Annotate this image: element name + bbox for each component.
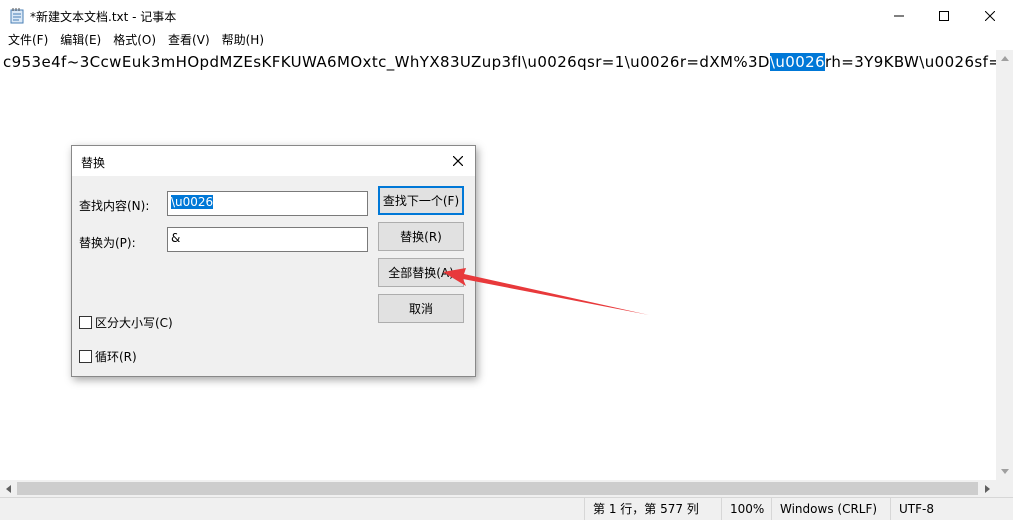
minimize-button[interactable] <box>876 0 922 31</box>
wrap-label: 循环(R) <box>95 350 137 364</box>
vertical-scrollbar[interactable] <box>996 50 1013 480</box>
close-icon <box>453 156 463 166</box>
minimize-icon <box>894 15 904 16</box>
scroll-down-icon[interactable] <box>996 463 1013 480</box>
match-case-label: 区分大小写(C) <box>95 316 173 330</box>
dialog-close-button[interactable] <box>445 149 471 173</box>
find-label: 查找内容(N): <box>79 199 150 213</box>
editor-selected-text: \u0026 <box>769 53 826 71</box>
maximize-icon <box>939 10 949 21</box>
match-case-checkbox-row[interactable]: 区分大小写(C) <box>79 314 173 331</box>
menu-bar: 文件(F) 编辑(E) 格式(O) 查看(V) 帮助(H) <box>0 31 1013 50</box>
maximize-button[interactable] <box>921 0 967 31</box>
scroll-left-icon[interactable] <box>0 480 17 497</box>
find-input[interactable]: \u0026 <box>167 191 368 216</box>
status-bar: 第 1 行，第 577 列 100% Windows (CRLF) UTF-8 <box>0 497 1013 520</box>
status-zoom: 100% <box>721 498 771 520</box>
replace-all-button[interactable]: 全部替换(A) <box>378 258 464 287</box>
cancel-button[interactable]: 取消 <box>378 294 464 323</box>
menu-view[interactable]: 查看(V) <box>162 31 216 50</box>
horizontal-scrollbar[interactable] <box>0 480 996 497</box>
match-case-checkbox[interactable] <box>79 316 92 329</box>
window-title: *新建文本文档.txt - 记事本 <box>30 10 177 24</box>
menu-file[interactable]: 文件(F) <box>2 31 54 50</box>
editor-text-after: rh=3Y9KBW\u0026sf=ts <box>825 53 996 71</box>
wrap-checkbox[interactable] <box>79 350 92 363</box>
replace-button[interactable]: 替换(R) <box>378 222 464 251</box>
status-encoding: UTF-8 <box>890 498 1013 520</box>
dialog-title-bar[interactable]: 替换 <box>72 146 475 176</box>
replace-label: 替换为(P): <box>79 236 136 250</box>
status-line-ending: Windows (CRLF) <box>771 498 890 520</box>
notepad-icon <box>10 8 24 24</box>
status-cursor-position: 第 1 行，第 577 列 <box>584 498 721 520</box>
replace-input-value: & <box>171 231 181 245</box>
dialog-title: 替换 <box>81 156 106 170</box>
menu-edit[interactable]: 编辑(E) <box>54 31 107 50</box>
find-input-value: \u0026 <box>171 195 214 209</box>
close-button[interactable] <box>967 0 1013 31</box>
scroll-right-icon[interactable] <box>979 480 996 497</box>
wrap-checkbox-row[interactable]: 循环(R) <box>79 348 137 365</box>
horizontal-scroll-thumb[interactable] <box>17 482 978 495</box>
editor-text-before: c953e4f~3CcwEuk3mHOpdMZEsKFKUWA6MOxtc_Wh… <box>3 53 770 71</box>
menu-format[interactable]: 格式(O) <box>107 31 162 50</box>
editor-text-line[interactable]: c953e4f~3CcwEuk3mHOpdMZEsKFKUWA6MOxtc_Wh… <box>3 53 996 72</box>
menu-help[interactable]: 帮助(H) <box>216 31 270 50</box>
close-icon <box>985 10 995 21</box>
scroll-up-icon[interactable] <box>996 50 1013 67</box>
replace-dialog: 替换 查找内容(N): \u0026 替换为(P): & 查找下一个(F) 替换… <box>71 145 476 377</box>
find-next-button[interactable]: 查找下一个(F) <box>378 186 464 215</box>
title-bar: *新建文本文档.txt - 记事本 <box>0 0 1013 31</box>
scrollbar-corner <box>996 480 1013 497</box>
replace-input[interactable]: & <box>167 227 368 252</box>
